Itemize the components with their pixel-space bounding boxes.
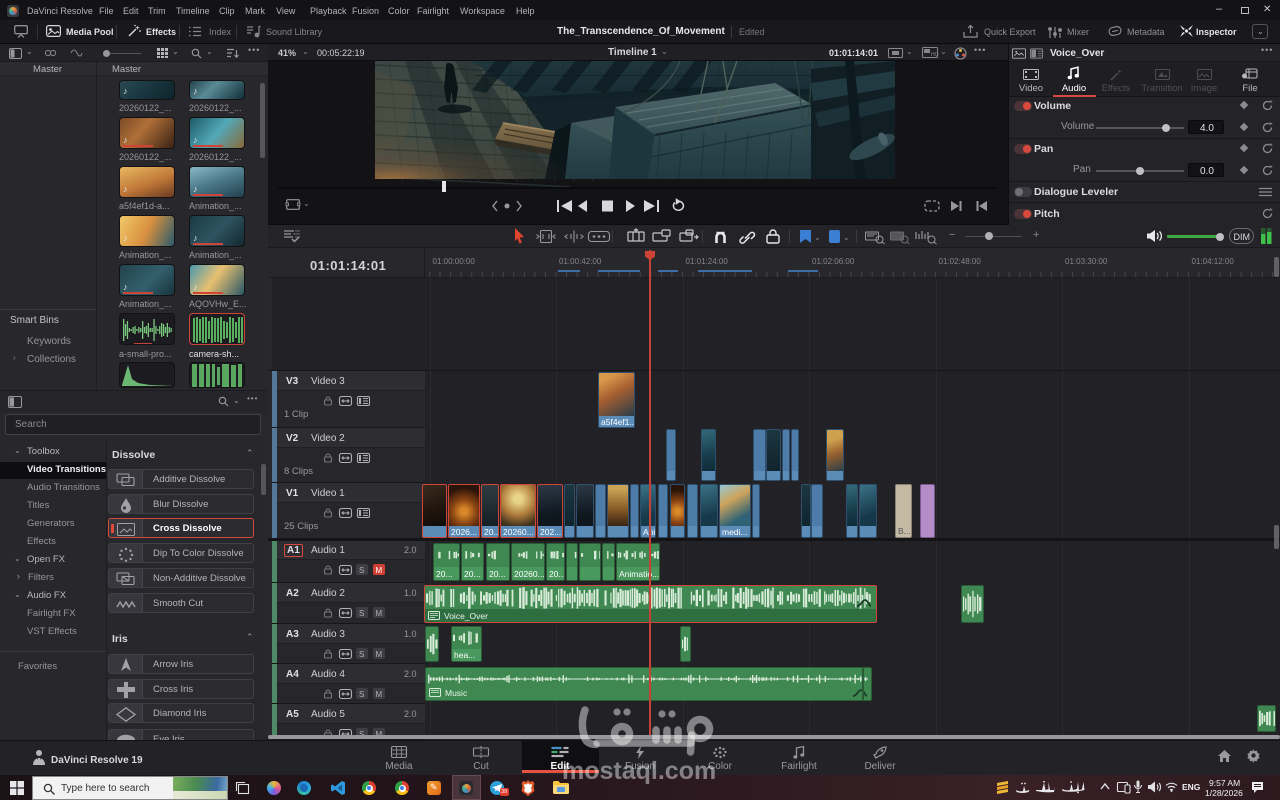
svg-text:HQ: HQ [931, 52, 939, 58]
